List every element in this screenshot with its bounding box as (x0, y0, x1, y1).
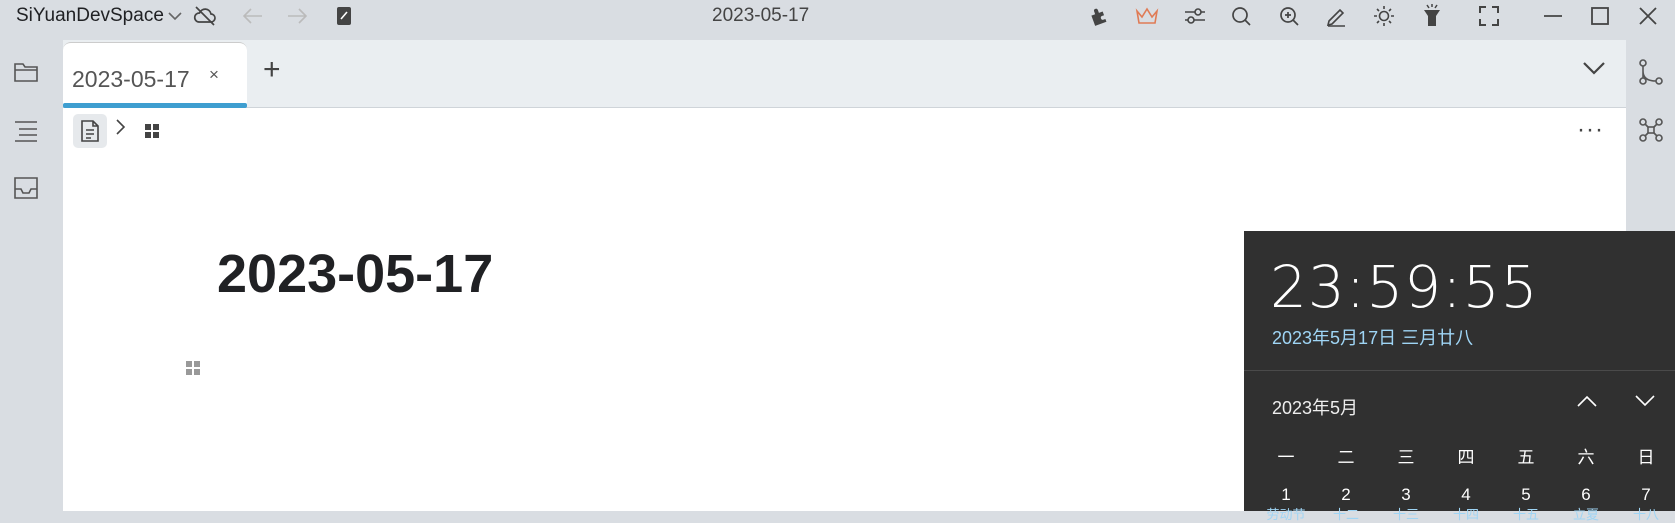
doc-icon (81, 120, 99, 142)
window-title: 2023-05-17 (712, 5, 810, 26)
tab-list-dropdown[interactable] (1582, 60, 1606, 81)
clock-date[interactable]: 2023年5月17日 三月廿八 (1272, 324, 1473, 350)
tab-close-button[interactable]: × (209, 65, 219, 85)
edit-icon[interactable] (1323, 3, 1349, 29)
calendar-day[interactable]: 6 (1566, 485, 1606, 505)
maximize-icon[interactable] (1587, 3, 1613, 29)
weekday-label: 四 (1457, 448, 1475, 467)
tab-bar: 2023-05-17 × + (63, 40, 1626, 108)
calendar-day[interactable]: 5 (1506, 485, 1546, 505)
vip-crown-icon[interactable] (1134, 3, 1160, 29)
lunar-day-label: 十八 (1632, 507, 1659, 522)
workspace-switcher[interactable]: SiYuanDevSpace (16, 5, 182, 27)
chevron-right-icon (115, 118, 127, 141)
chevron-down-icon (1583, 62, 1605, 75)
workspace-name: SiYuanDevSpace (16, 5, 164, 26)
weekday-label: 五 (1517, 448, 1535, 467)
more-menu-button[interactable]: ··· (1577, 116, 1604, 144)
calendar-day[interactable]: 1 (1266, 485, 1306, 505)
plugin-icon[interactable] (1086, 3, 1112, 29)
weekday-label: 日 (1637, 448, 1655, 467)
folder-icon[interactable] (11, 57, 41, 87)
calendar-next-button[interactable] (1634, 393, 1656, 414)
calendar-month-label[interactable]: 2023年5月 (1272, 394, 1358, 420)
new-tab-button[interactable]: + (263, 53, 281, 87)
chevron-down-icon (1635, 395, 1655, 407)
block-handle-icon[interactable] (185, 360, 201, 381)
fullscreen-icon[interactable] (1476, 3, 1502, 29)
lunar-day-label: 十五 (1512, 507, 1539, 522)
system-clock-flyout: 23:59:55 2023年5月17日 三月廿八 2023年5月 一 二 三 四… (1244, 231, 1675, 522)
weekday-label: 二 (1337, 448, 1355, 467)
clock-time: 23:59:55 (1270, 253, 1539, 321)
calendar-day[interactable]: 4 (1446, 485, 1486, 505)
search-icon[interactable] (1228, 3, 1254, 29)
document-title[interactable]: 2023-05-17 (217, 243, 493, 305)
tab-document[interactable]: 2023-05-17 × (63, 42, 247, 108)
inbox-icon[interactable] (11, 173, 41, 203)
calendar-prev-button[interactable] (1576, 393, 1598, 414)
calendar-day[interactable]: 3 (1386, 485, 1426, 505)
zoom-icon[interactable] (1276, 3, 1302, 29)
notebook-icon[interactable] (331, 3, 357, 29)
lunar-day-label: 十二 (1332, 507, 1359, 522)
weekday-label: 六 (1577, 448, 1595, 467)
left-dock (0, 40, 52, 511)
weekday-label: 三 (1397, 448, 1415, 467)
weekday-label: 一 (1277, 448, 1295, 467)
divider (1244, 370, 1675, 371)
graph-icon[interactable] (1636, 115, 1666, 145)
chevron-down-icon (168, 12, 182, 21)
lunar-day-label: 立夏 (1572, 507, 1599, 522)
lunar-day-label: 十四 (1452, 507, 1479, 522)
chevron-up-icon (1577, 395, 1597, 407)
theme-sun-icon[interactable] (1371, 3, 1397, 29)
outline-icon[interactable] (11, 116, 41, 146)
flashlight-icon[interactable] (1419, 3, 1445, 29)
backlink-icon[interactable] (1636, 57, 1666, 87)
lunar-day-label: 十三 (1392, 507, 1419, 522)
close-icon[interactable] (1635, 3, 1661, 29)
minimize-icon[interactable] (1540, 3, 1566, 29)
breadcrumb-doc-button[interactable] (73, 114, 107, 148)
cloud-off-icon[interactable] (192, 3, 218, 29)
lunar-day-label: 劳动节 (1266, 507, 1306, 522)
calendar-day[interactable]: 7 (1626, 485, 1666, 505)
blocks-icon[interactable] (144, 123, 160, 144)
back-icon[interactable] (240, 3, 266, 29)
calendar-day[interactable]: 2 (1326, 485, 1366, 505)
tab-label: 2023-05-17 (72, 66, 190, 92)
title-bar: SiYuanDevSpace 2023-05-17 (0, 0, 1675, 33)
settings-sliders-icon[interactable] (1182, 3, 1208, 29)
forward-icon[interactable] (284, 3, 310, 29)
